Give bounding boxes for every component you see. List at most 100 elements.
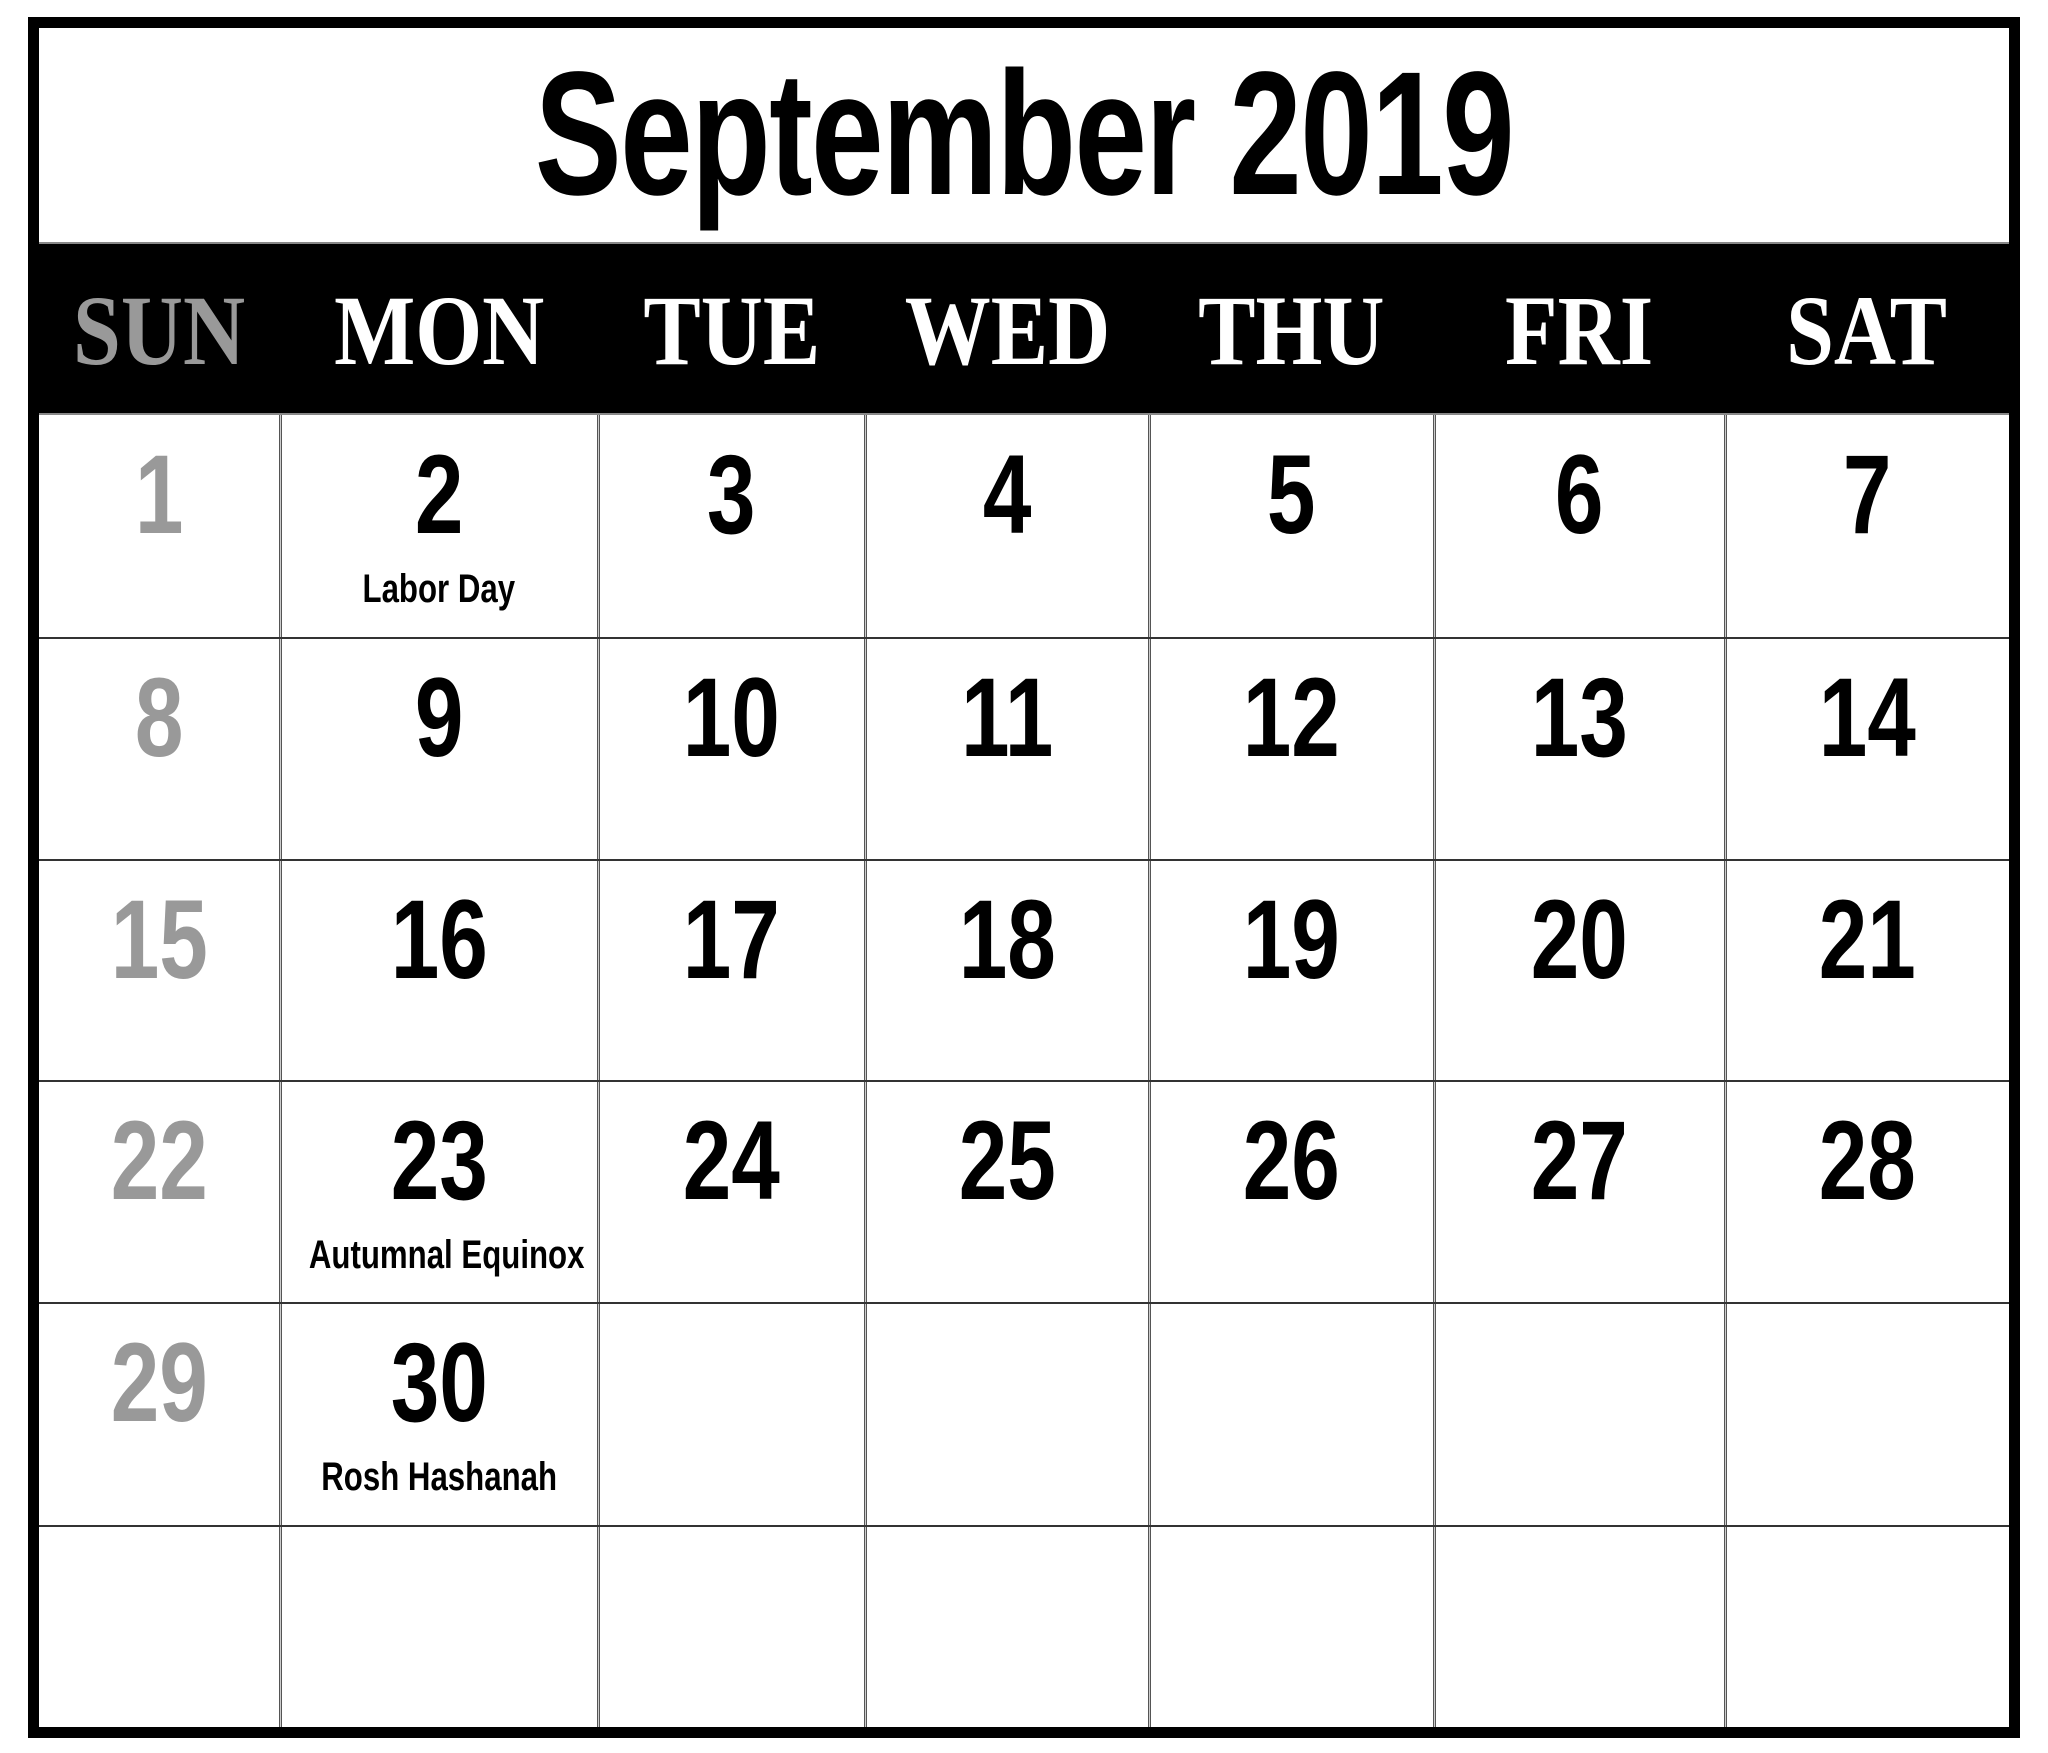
day-cell-27[interactable]: 27 xyxy=(1434,1081,1725,1303)
day-number: 16 xyxy=(280,880,598,1000)
day-cell-18[interactable]: 18 xyxy=(865,860,1149,1081)
day-number-text: 2 xyxy=(414,432,464,557)
holiday-label: Rosh Hashanah xyxy=(270,1455,608,1499)
weekday-label: WED xyxy=(904,274,1110,386)
empty-day-cell xyxy=(865,1526,1149,1729)
day-number: 19 xyxy=(1149,880,1434,1000)
day-cell-22[interactable]: 22 xyxy=(39,1081,280,1303)
empty-day-cell xyxy=(598,1303,865,1526)
title-area: September 2019 xyxy=(39,28,2009,244)
empty-day-cell xyxy=(1434,1303,1725,1526)
day-number: 29 xyxy=(39,1323,280,1443)
day-number: 17 xyxy=(598,880,865,1000)
weekday-label: SUN xyxy=(73,274,246,386)
day-number: 1 xyxy=(39,435,280,555)
day-number-text: 6 xyxy=(1555,432,1604,557)
day-cell-26[interactable]: 26 xyxy=(1149,1081,1434,1303)
weekday-label: SAT xyxy=(1786,274,1948,386)
day-number-text: 4 xyxy=(982,432,1032,557)
day-cell-9[interactable]: 9 xyxy=(280,638,598,860)
day-cell-7[interactable]: 7 xyxy=(1725,415,2009,638)
calendar-grid: 1 2 Labor Day 3 4 5 6 7 8 9 10 11 12 13 14 15 16 17 18 19 20… xyxy=(39,413,2009,1727)
month-year-title: September 2019 xyxy=(534,36,1515,232)
weekday-header-wed: WED xyxy=(865,244,1149,413)
day-cell-3[interactable]: 3 xyxy=(598,415,865,638)
day-cell-15[interactable]: 15 xyxy=(39,860,280,1081)
empty-day-cell xyxy=(1725,1303,2009,1526)
calendar-frame: September 2019 SUN MON TUE WED THU FRI SAT 12L… xyxy=(28,17,2020,1738)
day-cell-13[interactable]: 13 xyxy=(1434,638,1725,860)
day-cell-14[interactable]: 14 xyxy=(1725,638,2009,860)
day-number-text: 1 xyxy=(135,432,184,557)
day-number: 18 xyxy=(865,880,1149,1000)
day-number: 7 xyxy=(1725,435,2009,555)
day-number: 12 xyxy=(1149,658,1434,778)
day-number-text: 14 xyxy=(1818,655,1916,780)
day-cell-1[interactable]: 1 xyxy=(39,415,280,638)
holiday-label-text: Autumnal Equinox xyxy=(308,1233,585,1277)
day-number: 13 xyxy=(1434,658,1725,778)
day-number-text: 25 xyxy=(958,1098,1056,1223)
day-cell-8[interactable]: 8 xyxy=(39,638,280,860)
day-number-text: 9 xyxy=(414,655,464,780)
day-number-text: 22 xyxy=(110,1098,209,1223)
weekday-header-mon: MON xyxy=(280,244,598,413)
weekday-header-sun: SUN xyxy=(39,244,280,413)
day-cell-5[interactable]: 5 xyxy=(1149,415,1434,638)
empty-day-cell xyxy=(280,1526,598,1729)
empty-day-cell xyxy=(1149,1526,1434,1729)
day-cell-21[interactable]: 21 xyxy=(1725,860,2009,1081)
day-cell-10[interactable]: 10 xyxy=(598,638,865,860)
holiday-label: Labor Day xyxy=(270,567,608,611)
day-number-text: 15 xyxy=(110,877,209,1002)
day-cell-20[interactable]: 20 xyxy=(1434,860,1725,1081)
empty-day-cell xyxy=(1725,1526,2009,1729)
day-number: 23 xyxy=(280,1101,598,1221)
day-cell-28[interactable]: 28 xyxy=(1725,1081,2009,1303)
day-number-text: 7 xyxy=(1842,432,1892,557)
day-number-text: 5 xyxy=(1267,432,1316,557)
weekday-label: MON xyxy=(333,274,545,386)
day-number-text: 17 xyxy=(682,877,781,1002)
day-cell-17[interactable]: 17 xyxy=(598,860,865,1081)
weekday-label: TUE xyxy=(643,274,820,386)
day-cell-4[interactable]: 4 xyxy=(865,415,1149,638)
weekday-label: THU xyxy=(1198,274,1385,386)
day-number: 6 xyxy=(1434,435,1725,555)
day-number-text: 24 xyxy=(682,1098,781,1223)
day-number-text: 19 xyxy=(1242,877,1341,1002)
day-cell-24[interactable]: 24 xyxy=(598,1081,865,1303)
day-number: 30 xyxy=(280,1323,598,1443)
day-number-text: 28 xyxy=(1818,1098,1916,1223)
day-number: 28 xyxy=(1725,1101,2009,1221)
day-number-text: 20 xyxy=(1530,877,1629,1002)
day-number: 11 xyxy=(865,658,1149,778)
holiday-label-text: Labor Day xyxy=(362,567,516,611)
day-number: 21 xyxy=(1725,880,2009,1000)
day-number: 20 xyxy=(1434,880,1725,1000)
day-number: 25 xyxy=(865,1101,1149,1221)
empty-day-cell xyxy=(1434,1526,1725,1729)
day-number-text: 23 xyxy=(390,1098,488,1223)
day-number: 15 xyxy=(39,880,280,1000)
day-number: 27 xyxy=(1434,1101,1725,1221)
day-cell-2[interactable]: 2 Labor Day xyxy=(280,415,598,638)
weekday-header-fri: FRI xyxy=(1434,244,1725,413)
day-cell-30[interactable]: 30 Rosh Hashanah xyxy=(280,1303,598,1526)
day-cell-29[interactable]: 29 xyxy=(39,1303,280,1526)
day-number: 8 xyxy=(39,658,280,778)
day-cell-11[interactable]: 11 xyxy=(865,638,1149,860)
day-number-text: 10 xyxy=(682,655,781,780)
day-number: 26 xyxy=(1149,1101,1434,1221)
day-number-text: 16 xyxy=(390,877,488,1002)
day-cell-25[interactable]: 25 xyxy=(865,1081,1149,1303)
day-number: 2 xyxy=(280,435,598,555)
day-cell-19[interactable]: 19 xyxy=(1149,860,1434,1081)
day-cell-6[interactable]: 6 xyxy=(1434,415,1725,638)
day-number-text: 8 xyxy=(135,655,184,780)
day-cell-16[interactable]: 16 xyxy=(280,860,598,1081)
day-cell-12[interactable]: 12 xyxy=(1149,638,1434,860)
day-number-text: 26 xyxy=(1242,1098,1341,1223)
day-number-text: 11 xyxy=(960,655,1054,780)
day-cell-23[interactable]: 23 Autumnal Equinox xyxy=(280,1081,598,1303)
